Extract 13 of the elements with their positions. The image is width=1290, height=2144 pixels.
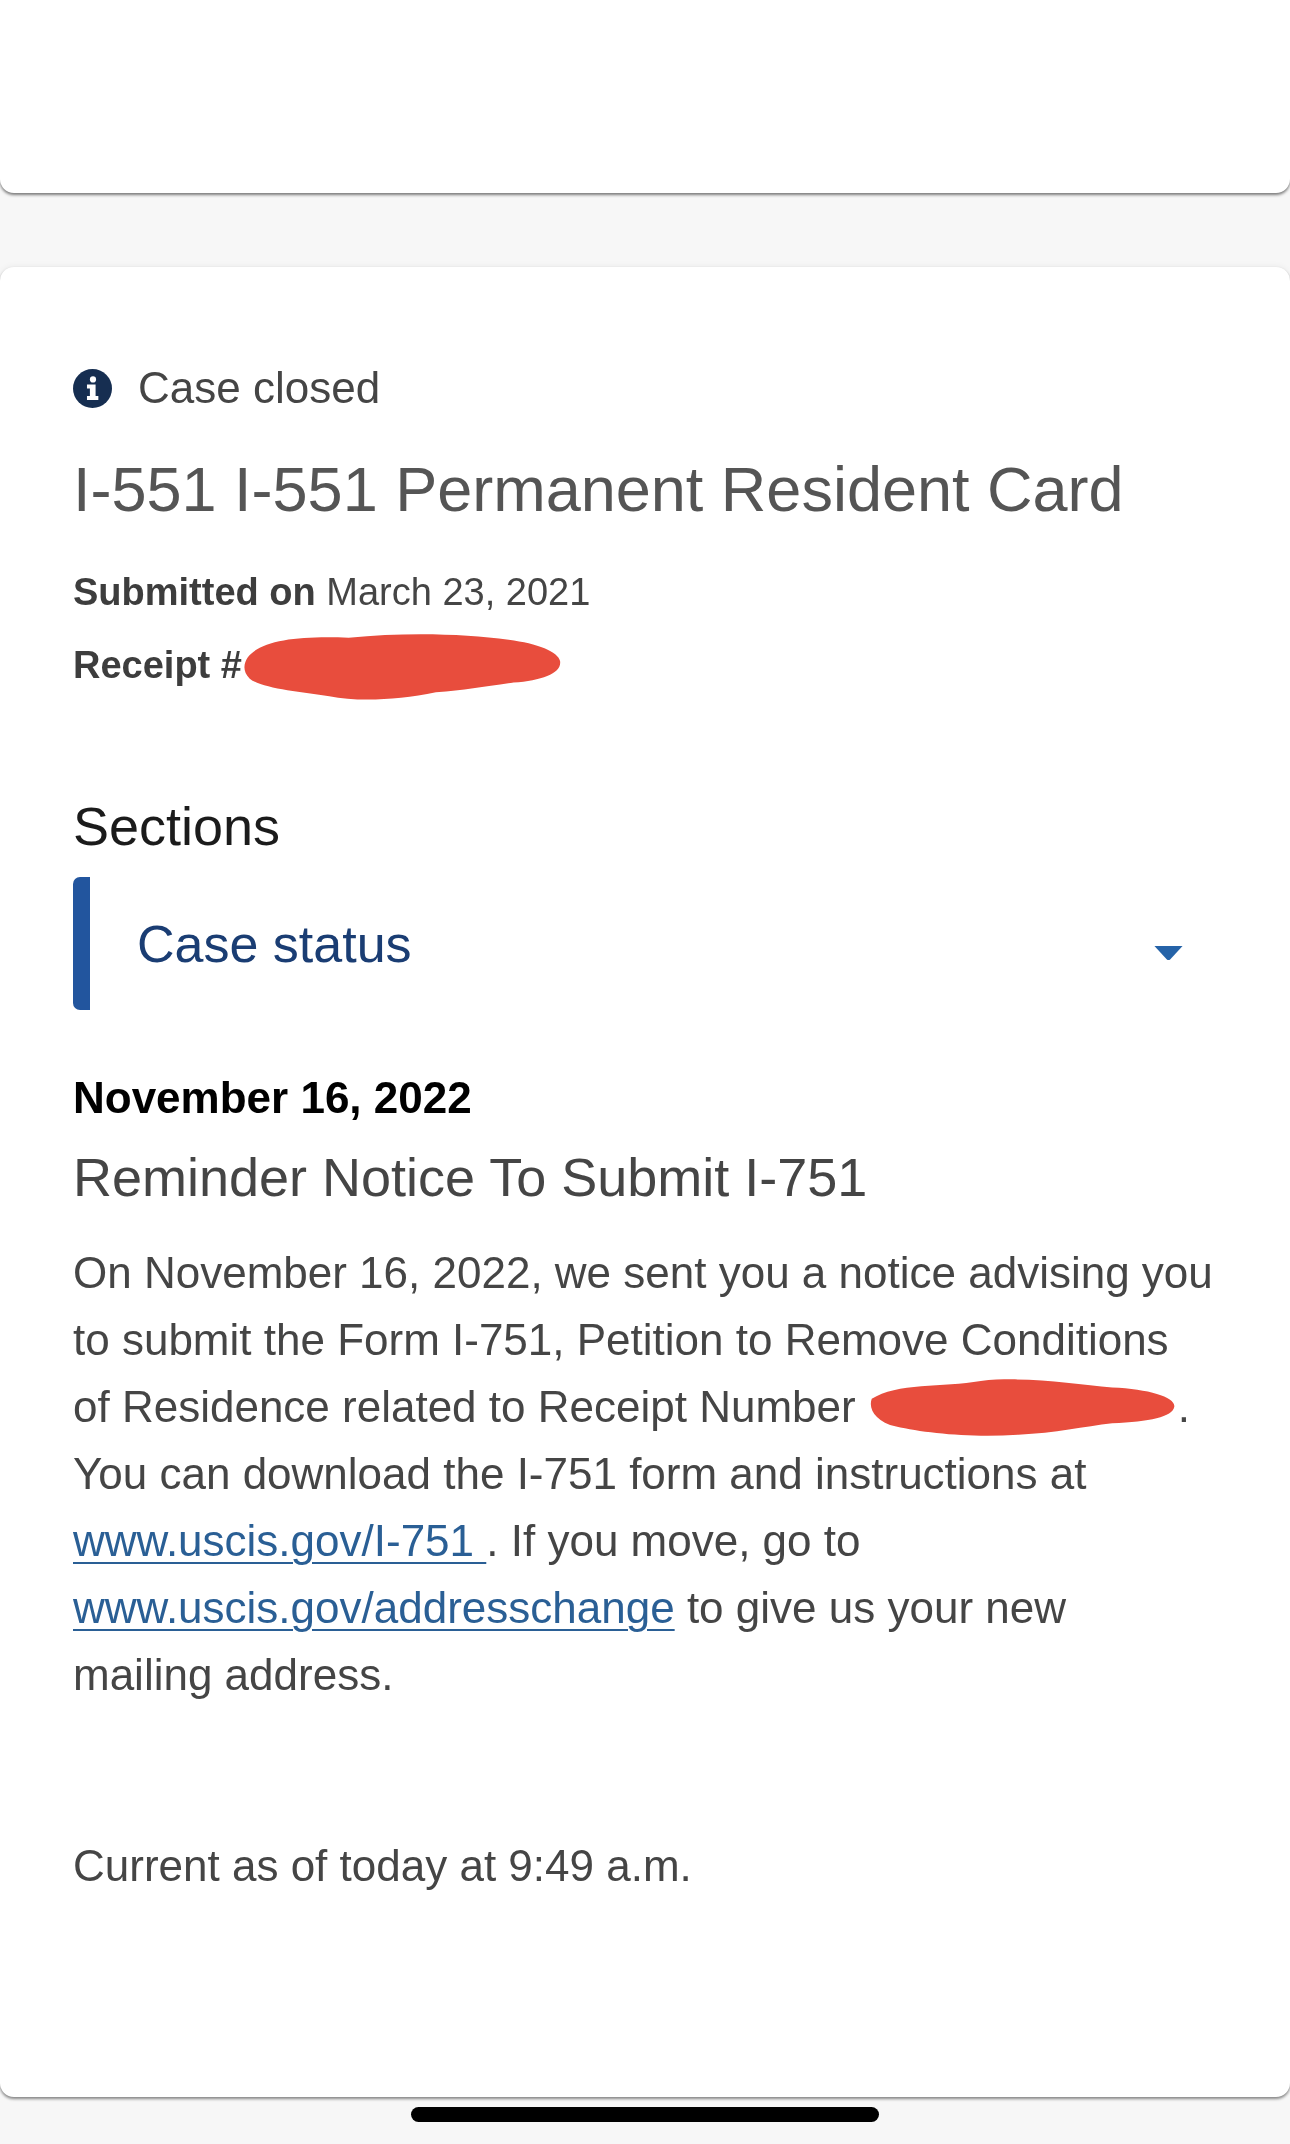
event-title: Reminder Notice To Submit I-751 <box>73 1146 869 1209</box>
notice-paragraph: On November 16, 2022, we sent you a notice advising you to submit the Form I-751, Petition to Remove Conditions of Residence related to Receipt Number . You can download the I-751 form and instructions at www.uscis.gov/I-751 . If you move, go to www.uscis.gov/addresschange to give us your new mailing address. <box>73 1247 1214 1701</box>
sections-heading: Sections <box>73 795 282 858</box>
info-icon <box>73 368 112 408</box>
receipt-label: Receipt # <box>73 643 242 688</box>
link[interactable]: www.uscis.gov/I-751 <box>73 1516 487 1565</box>
case-title: I-551 I-551 Permanent Resident Card <box>73 453 1125 526</box>
submitted-date: Submitted on March 23, 2021 <box>73 570 592 615</box>
last-updated-text: Current as of today at 9:49 a.m. <box>73 1840 693 1892</box>
case-status-label: Case closed <box>138 363 381 413</box>
caret-icon <box>1154 946 1183 961</box>
link[interactable]: www.uscis.gov/addresschange <box>73 1583 675 1632</box>
event-date: November 16, 2022 <box>73 1072 473 1124</box>
